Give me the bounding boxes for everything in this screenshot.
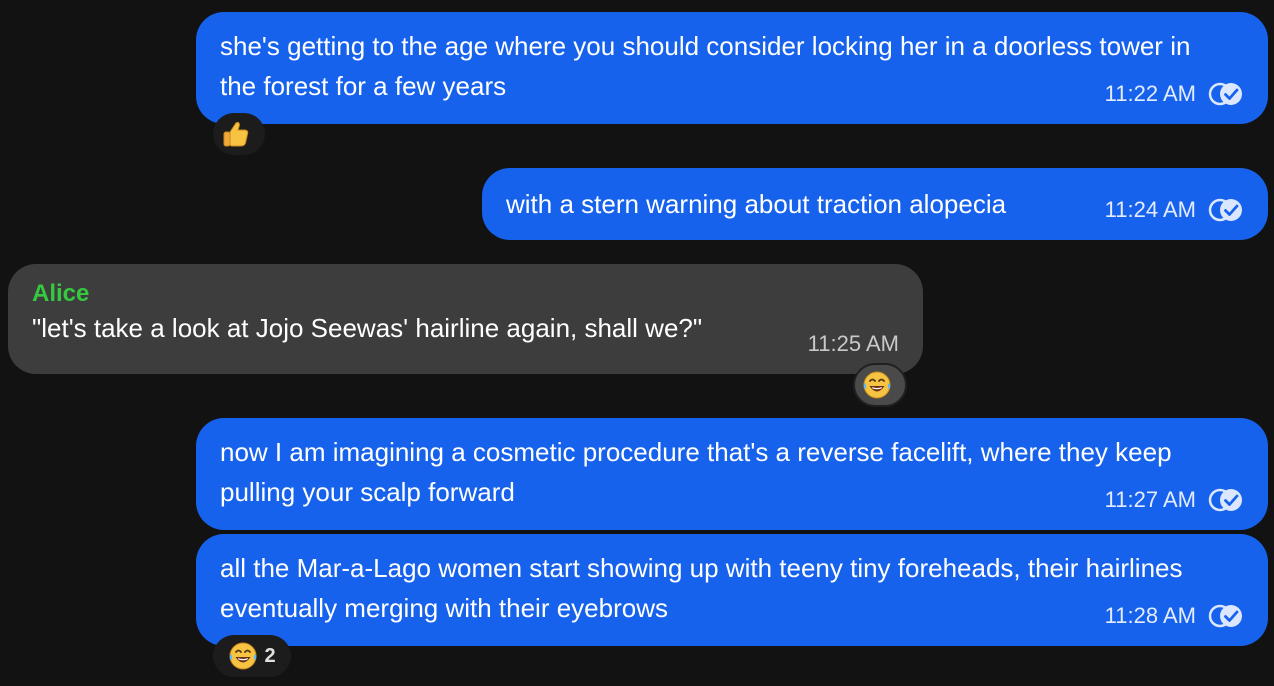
message-meta: 11:28 AM — [1105, 604, 1244, 628]
read-receipt-icon — [1208, 198, 1244, 222]
message-meta: 11:27 AM — [1105, 488, 1244, 512]
read-receipt-icon — [1208, 604, 1244, 628]
message-reaction[interactable]: 2 — [213, 635, 291, 677]
message-meta: 11:24 AM — [1105, 198, 1244, 222]
read-receipt-icon — [1208, 82, 1244, 106]
reaction-count: 2 — [264, 644, 276, 667]
message-bubble-outgoing[interactable]: with a stern warning about traction alop… — [482, 168, 1268, 240]
message-time: 11:28 AM — [1104, 603, 1196, 628]
message-bubble-outgoing[interactable]: she's getting to the age where you shoul… — [196, 12, 1268, 124]
message-text: now I am imagining a cosmetic procedure … — [220, 437, 1172, 507]
chat-view: she's getting to the age where you shoul… — [0, 0, 1274, 686]
message-bubble-outgoing[interactable]: all the Mar-a-Lago women start showing u… — [196, 534, 1268, 646]
tears-of-joy-emoji-icon — [862, 370, 892, 400]
thumbs-up-emoji-icon — [221, 119, 251, 149]
tears-of-joy-emoji-icon — [228, 641, 258, 671]
sender-name[interactable]: Alice — [32, 280, 899, 308]
message-text: "let's take a look at Jojo Seewas' hairl… — [32, 313, 703, 343]
message-bubble-outgoing[interactable]: now I am imagining a cosmetic procedure … — [196, 418, 1268, 530]
message-reaction[interactable] — [213, 113, 265, 155]
message-time: 11:22 AM — [1104, 81, 1196, 106]
message-text: all the Mar-a-Lago women start showing u… — [220, 553, 1183, 623]
message-reaction[interactable] — [853, 363, 907, 407]
message-meta: 11:22 AM — [1105, 82, 1244, 106]
message-meta: 11:25 AM — [808, 332, 899, 356]
message-text: she's getting to the age where you shoul… — [220, 31, 1191, 101]
message-time: 11:24 AM — [1104, 197, 1196, 222]
message-time: 11:25 AM — [807, 331, 899, 356]
message-bubble-incoming[interactable]: Alice "let's take a look at Jojo Seewas'… — [8, 264, 923, 374]
read-receipt-icon — [1208, 488, 1244, 512]
message-time: 11:27 AM — [1104, 487, 1196, 512]
